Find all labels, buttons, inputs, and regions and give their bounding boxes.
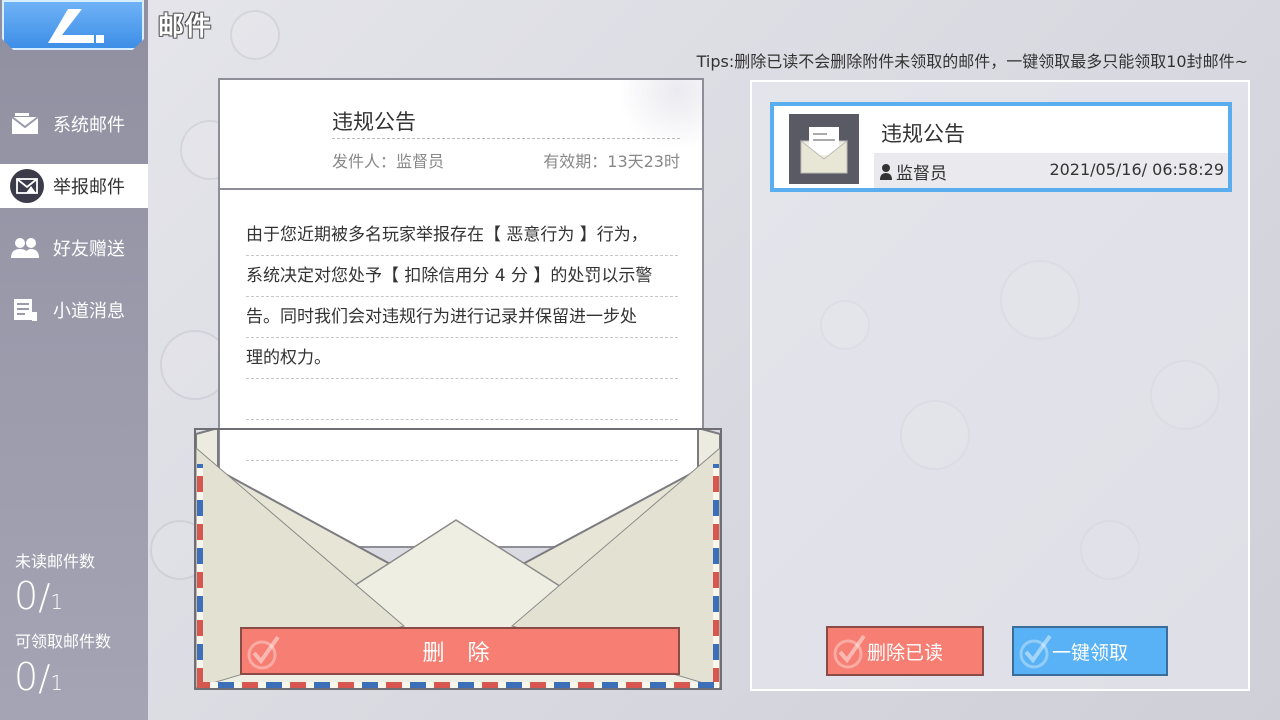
letter-line bbox=[246, 379, 678, 420]
letter-sender: 发件人：监督员 bbox=[332, 152, 445, 171]
page-title: 邮件 bbox=[158, 12, 213, 42]
letter-header: 违规公告 发件人：监督员 有效期：13天23时 bbox=[220, 80, 702, 190]
mail-list-panel: 违规公告 监督员 2021/05/16/ 06:58:29 删除已读 一键领取 bbox=[750, 80, 1250, 691]
letter-validity: 有效期：13天23时 bbox=[543, 152, 680, 171]
envelope-icon bbox=[789, 114, 859, 184]
delete-button-label: 删 除 bbox=[422, 641, 498, 666]
mail-icon bbox=[10, 111, 40, 137]
check-mark-icon bbox=[247, 635, 280, 670]
letter-line: 由于您近期被多名玩家举报存在【 恶意行为 】行为， bbox=[246, 215, 678, 256]
claimable-count-value: 0/1 bbox=[14, 655, 64, 699]
person-icon bbox=[880, 163, 892, 180]
unread-count-label: 未读邮件数 bbox=[15, 552, 96, 571]
letter-line: 系统决定对您处予【 扣除信用分 4 分 】的处罚以示警 bbox=[246, 256, 678, 297]
check-mark-icon bbox=[833, 634, 866, 669]
news-icon bbox=[10, 297, 40, 323]
letter-line: 理的权力。 bbox=[246, 338, 678, 379]
mail-sender: 监督员 bbox=[880, 159, 947, 184]
letter-body: 由于您近期被多名玩家举报存在【 恶意行为 】行为， 系统决定对您处予【 扣除信用… bbox=[246, 215, 678, 461]
letter-panel: 违规公告 发件人：监督员 有效期：13天23时 由于您近期被多名玩家举报存在【 … bbox=[194, 78, 722, 690]
sidebar-item-friend-gift[interactable]: 好友赠送 bbox=[0, 226, 148, 270]
sidebar-item-gossip[interactable]: 小道消息 bbox=[0, 288, 148, 332]
mail-date: 2021/05/16/ 06:58:29 bbox=[1049, 160, 1224, 179]
claimable-count-label: 可领取邮件数 bbox=[15, 632, 112, 651]
mail-meta-bar: 监督员 2021/05/16/ 06:58:29 bbox=[874, 153, 1228, 188]
tips-text: Tips:删除已读不会删除附件未领取的邮件，一键领取最多只能领取10封邮件~ bbox=[696, 52, 1248, 71]
delete-read-button[interactable]: 删除已读 bbox=[826, 626, 984, 676]
friends-icon bbox=[10, 235, 40, 261]
sidebar-item-report-mail[interactable]: 举报邮件 bbox=[0, 164, 148, 208]
sidebar-item-label: 小道消息 bbox=[53, 301, 125, 322]
claim-all-label: 一键领取 bbox=[1051, 641, 1128, 664]
divider bbox=[332, 138, 680, 139]
unread-count-value: 0/1 bbox=[14, 574, 64, 618]
mail-list-item[interactable]: 违规公告 监督员 2021/05/16/ 06:58:29 bbox=[770, 102, 1232, 192]
back-button[interactable] bbox=[2, 0, 144, 50]
sidebar-item-label: 好友赠送 bbox=[53, 239, 125, 260]
letter-line: 告。同时我们会对违规行为进行记录并保留进一步处 bbox=[246, 297, 678, 338]
mail-sender-name: 监督员 bbox=[896, 164, 947, 184]
warning-mail-icon bbox=[10, 169, 44, 203]
delete-button[interactable]: 删 除 bbox=[240, 627, 680, 675]
sidebar: 系统邮件 举报邮件 好友赠送 小道消息 未读邮件数 0/1 可领取邮件数 0/1 bbox=[0, 0, 148, 720]
check-mark-icon bbox=[1019, 634, 1052, 669]
delete-read-label: 删除已读 bbox=[866, 641, 943, 664]
letter-subject: 违规公告 bbox=[332, 110, 416, 134]
back-arrow-icon bbox=[48, 9, 104, 43]
mail-title: 违规公告 bbox=[881, 122, 965, 146]
sidebar-item-system-mail[interactable]: 系统邮件 bbox=[0, 102, 148, 146]
claim-all-button[interactable]: 一键领取 bbox=[1012, 626, 1168, 676]
sidebar-item-label: 系统邮件 bbox=[53, 115, 125, 136]
sidebar-item-label: 举报邮件 bbox=[53, 177, 125, 198]
